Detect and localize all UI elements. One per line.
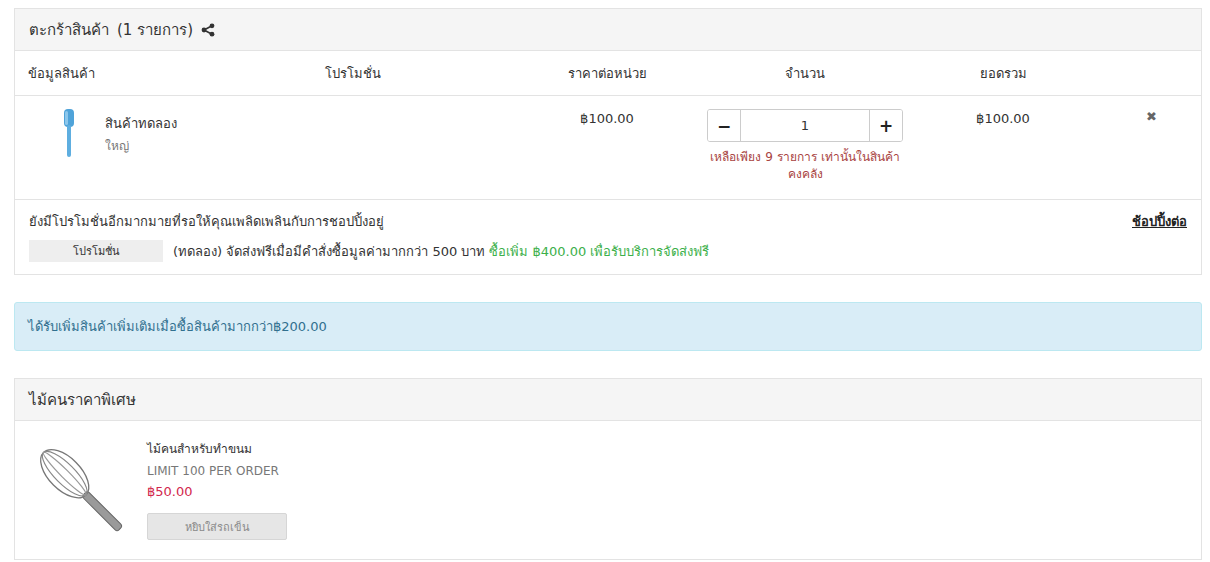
increase-button[interactable]: + <box>870 110 902 141</box>
special-title: ไม้คนราคาพิเศษ <box>29 388 136 412</box>
product-variant: ใหญ่ <box>105 136 177 155</box>
whisk-icon[interactable] <box>31 437 131 543</box>
product-info: สินค้าทดลองใหญ่ <box>15 109 312 199</box>
special-product-name[interactable]: ไม้คนสำหรับทำขนม <box>147 439 287 458</box>
column-header: ราคาต่อหน่วย <box>508 63 706 84</box>
special-product-limit: LIMIT 100 PER ORDER <box>147 464 287 478</box>
info-alert: ได้รับเพิ่มสินค้าเพิ่มเติมเมื่อซื้อสินค้… <box>14 302 1202 351</box>
spatula-icon[interactable] <box>49 107 89 161</box>
cart-item-row: สินค้าทดลองใหญ่฿100.00−+เหลือเพียง 9 ราย… <box>15 96 1201 200</box>
promotion-cell <box>312 109 508 199</box>
remove-cell: ✖ <box>1102 109 1201 199</box>
quantity-control: −+ <box>707 109 903 142</box>
cart-header: ตะกร้าสินค้า (1 รายการ) <box>15 9 1201 51</box>
add-to-cart-button[interactable]: หยิบใส่รถเข็น <box>147 513 287 540</box>
unit-price: ฿100.00 <box>508 109 706 199</box>
decrease-button[interactable]: − <box>708 110 740 141</box>
quantity-input[interactable] <box>740 110 870 141</box>
share-icon[interactable] <box>201 23 215 37</box>
special-product-price: ฿50.00 <box>147 484 287 499</box>
column-header: โปรโมชั่น <box>312 63 508 84</box>
promotion-section: ยังมีโปรโมชั่นอีกมากมายที่รอให้คุณเพลิดเ… <box>15 200 1201 274</box>
promotion-badge: โปรโมชั่น <box>29 240 163 262</box>
product-name[interactable]: สินค้าทดลอง <box>105 113 177 134</box>
special-panel: ไม้คนราคาพิเศษไม้คนสำหรับทำขนม LIMIT 100 … <box>14 378 1202 560</box>
continue-shopping-link[interactable]: ช้อปปิ้งต่อ <box>1132 211 1187 232</box>
column-header-row: ข้อมูลสินค้าโปรโมชั่นราคาต่อหน่วยจำนวนยอ… <box>15 51 1201 96</box>
promotion-text: (ทดลอง) จัดส่งฟรีเมื่อมีคำสั่งซื้อมูลค่า… <box>173 241 485 262</box>
column-header: ข้อมูลสินค้า <box>15 63 312 84</box>
column-header: จำนวน <box>706 63 904 84</box>
cart-page: ตะกร้าสินค้า(1 รายการ)ข้อมูลสินค้าโปรโมช… <box>0 0 1210 560</box>
column-header: ยอดรวม <box>904 63 1102 84</box>
special-header: ไม้คนราคาพิเศษ <box>15 379 1201 421</box>
cart-count: (1 รายการ) <box>117 18 193 42</box>
promotion-upsell: ซื้อเพิ่ม ฿400.00 เพื่อรับบริการจัดส่งฟร… <box>489 241 709 262</box>
promotion-row: โปรโมชั่น (ทดลอง) จัดส่งฟรีเมื่อมีคำสั่งซ… <box>29 240 1187 262</box>
cart-title: ตะกร้าสินค้า <box>29 18 109 42</box>
line-total: ฿100.00 <box>904 109 1102 199</box>
promotion-note: ยังมีโปรโมชั่นอีกมากมายที่รอให้คุณเพลิดเ… <box>29 211 384 232</box>
special-product: ไม้คนสำหรับทำขนม LIMIT 100 PER ORDER ฿50.0… <box>15 421 1201 559</box>
stock-note: เหลือเพียง 9 รายการ เท่านั้นในสินค้าคงคล… <box>707 149 903 183</box>
quantity-cell: −+เหลือเพียง 9 รายการ เท่านั้นในสินค้าคง… <box>706 109 904 199</box>
remove-button[interactable]: ✖ <box>1146 109 1157 124</box>
cart-panel: ตะกร้าสินค้า(1 รายการ)ข้อมูลสินค้าโปรโมช… <box>14 8 1202 275</box>
